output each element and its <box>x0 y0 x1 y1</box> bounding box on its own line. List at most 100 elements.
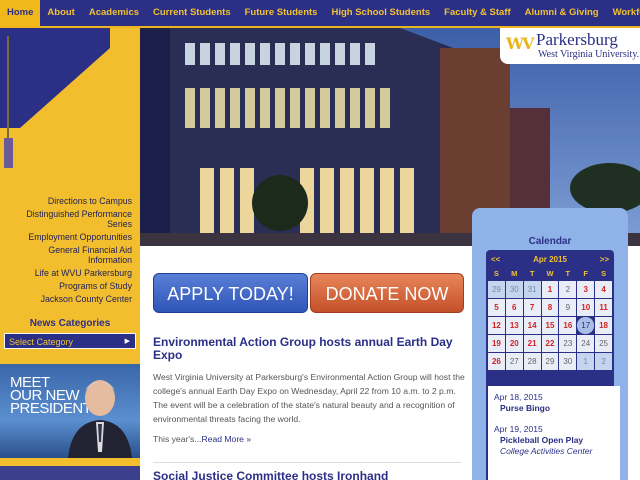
calendar-prev-button[interactable]: << <box>491 255 500 264</box>
donate-now-button[interactable]: DONATE NOW <box>310 273 464 313</box>
right-panel-inner: Calendar << Apr 2015 >> S M T W T F S 29… <box>472 208 628 480</box>
nav-future-students[interactable]: Future Students <box>238 0 325 27</box>
event-item[interactable]: Apr 19, 2015 Pickleball Open Play Colleg… <box>494 424 614 457</box>
calendar-day[interactable]: 20 <box>505 335 523 352</box>
article-title[interactable]: Environmental Action Group hosts annual … <box>153 336 453 362</box>
sidebar-link-employment[interactable]: Employment Opportunities <box>2 232 132 242</box>
calendar-day[interactable]: 2 <box>595 353 612 370</box>
sidebar-link-performance-series[interactable]: Distinguished Performance Series <box>2 209 132 229</box>
events-list: Apr 18, 2015 Purse Bingo Apr 19, 2015 Pi… <box>486 386 620 480</box>
calendar-day[interactable]: 16 <box>559 317 577 334</box>
calendar-day[interactable]: 31 <box>523 281 541 298</box>
calendar-day[interactable]: 11 <box>595 299 612 316</box>
calendar-day[interactable]: 21 <box>523 335 541 352</box>
apply-today-button[interactable]: APPLY TODAY! <box>153 273 308 313</box>
calendar-day[interactable]: 18 <box>595 317 612 334</box>
sidebar-link-programs[interactable]: Programs of Study <box>2 281 132 291</box>
event-item[interactable]: Apr 18, 2015 Purse Bingo <box>494 392 614 414</box>
calendar-month: Apr 2015 <box>533 254 567 264</box>
sidebar-links: Directions to Campus Distinguished Perfo… <box>2 196 132 307</box>
calendar-grid: S M T W T F S 29 30 31 1 2 3 4 5 6 7 8 9 10 11 12 13 14 1… <box>488 267 612 370</box>
calendar-day[interactable]: 29 <box>541 353 559 370</box>
sidebar-link-financial-aid[interactable]: General Financial Aid Information <box>2 245 132 265</box>
weekday-label: S <box>601 269 607 278</box>
event-name[interactable]: Pickleball Open Play <box>500 435 614 446</box>
weekday-label: W <box>546 269 554 278</box>
calendar-day[interactable]: 30 <box>505 281 523 298</box>
calendar-day[interactable]: 3 <box>577 281 595 298</box>
calendar-day[interactable]: 23 <box>559 335 577 352</box>
calendar-header: << Apr 2015 >> <box>488 252 612 266</box>
calendar-day[interactable]: 17 <box>577 317 595 334</box>
weekday-label: T <box>529 269 535 278</box>
calendar-day[interactable]: 7 <box>523 299 541 316</box>
calendar-day[interactable]: 28 <box>523 353 541 370</box>
chevron-right-icon: ▶ <box>124 338 130 345</box>
main-content: APPLY TODAY! DONATE NOW Environmental Ac… <box>140 246 472 480</box>
calendar-day[interactable]: 14 <box>523 317 541 334</box>
calendar-day[interactable]: 19 <box>488 335 505 352</box>
calendar-heading: Calendar <box>528 236 572 247</box>
calendar-day[interactable]: 30 <box>559 353 577 370</box>
nav-current-students[interactable]: Current Students <box>146 0 238 27</box>
divider <box>153 462 461 463</box>
nav-alumni-giving[interactable]: Alumni & Giving <box>518 0 606 27</box>
weekday-label: F <box>583 269 588 278</box>
sidebar-link-life[interactable]: Life at WVU Parkersburg <box>2 268 132 278</box>
event-spacer <box>494 414 614 424</box>
wv-logo-mark: WV <box>506 34 534 53</box>
event-location: College Activities Center <box>500 446 593 456</box>
weekday-label: S <box>493 269 499 278</box>
calendar-day[interactable]: 12 <box>488 317 505 334</box>
category-select[interactable]: Select Category ▶ <box>4 333 136 349</box>
news-categories-heading: News Categories <box>29 318 111 329</box>
calendar-day[interactable]: 10 <box>577 299 595 316</box>
right-panel: Calendar << Apr 2015 >> S M T W T F S 29… <box>472 208 628 480</box>
calendar-day[interactable]: 13 <box>505 317 523 334</box>
nav-faculty-staff[interactable]: Faculty & Staff <box>437 0 518 27</box>
article-lead: This year's...Read More » <box>153 434 251 444</box>
nav-workforce-community[interactable]: Workforce & Community <box>606 0 640 27</box>
event-date: Apr 19, 2015 <box>494 424 543 434</box>
events-heading: Events <box>534 371 566 382</box>
calendar-day[interactable]: 9 <box>559 299 577 316</box>
calendar-day[interactable]: 27 <box>505 353 523 370</box>
sidebar-link-jackson-county[interactable]: Jackson County Center <box>2 294 132 304</box>
weekday-label: T <box>565 269 571 278</box>
college-logo[interactable]: WV Parkersburg West Virginia University. <box>500 28 640 64</box>
nav-about[interactable]: About <box>40 0 81 27</box>
calendar-day[interactable]: 2 <box>559 281 577 298</box>
article-body: West Virginia University at Parkersburg'… <box>153 372 465 424</box>
calendar-day[interactable]: 4 <box>595 281 612 298</box>
sidebar-bottom-thumbnail[interactable] <box>0 466 140 480</box>
page: Home About Academics Current Students Fu… <box>0 0 640 480</box>
calendar-day[interactable]: 29 <box>488 281 505 298</box>
calendar-day[interactable]: 24 <box>577 335 595 352</box>
calendar-day[interactable]: 26 <box>488 353 505 370</box>
weekday-label: M <box>511 269 518 278</box>
calendar-day[interactable]: 8 <box>541 299 559 316</box>
graduation-cap-icon <box>0 28 110 168</box>
sidebar-link-directions[interactable]: Directions to Campus <box>2 196 132 206</box>
nav-home[interactable]: Home <box>0 0 41 27</box>
event-date: Apr 18, 2015 <box>494 392 543 402</box>
logo-subtitle: West Virginia University. <box>538 49 640 60</box>
calendar-day[interactable]: 15 <box>541 317 559 334</box>
event-name[interactable]: Purse Bingo <box>500 403 614 414</box>
calendar-day[interactable]: 25 <box>595 335 612 352</box>
calendar-next-button[interactable]: >> <box>600 255 609 264</box>
sidebar: Directions to Campus Distinguished Perfo… <box>0 28 140 480</box>
nav-academics[interactable]: Academics <box>82 0 146 27</box>
president-promo[interactable]: MEET OUR NEW PRESIDENT <box>0 364 140 458</box>
article-lead-text: This year's... <box>153 434 202 444</box>
calendar-day[interactable]: 5 <box>488 299 505 316</box>
calendar-day[interactable]: 1 <box>577 353 595 370</box>
president-photo <box>68 380 132 458</box>
nav-high-school-students[interactable]: High School Students <box>324 0 437 27</box>
calendar-day[interactable]: 22 <box>541 335 559 352</box>
logo-name: Parkersburg <box>536 30 618 49</box>
read-more-link[interactable]: Read More » <box>201 434 251 444</box>
article-2-title[interactable]: Social Justice Committee hosts Ironhand <box>153 469 453 480</box>
calendar-day[interactable]: 6 <box>505 299 523 316</box>
calendar-day[interactable]: 1 <box>541 281 559 298</box>
